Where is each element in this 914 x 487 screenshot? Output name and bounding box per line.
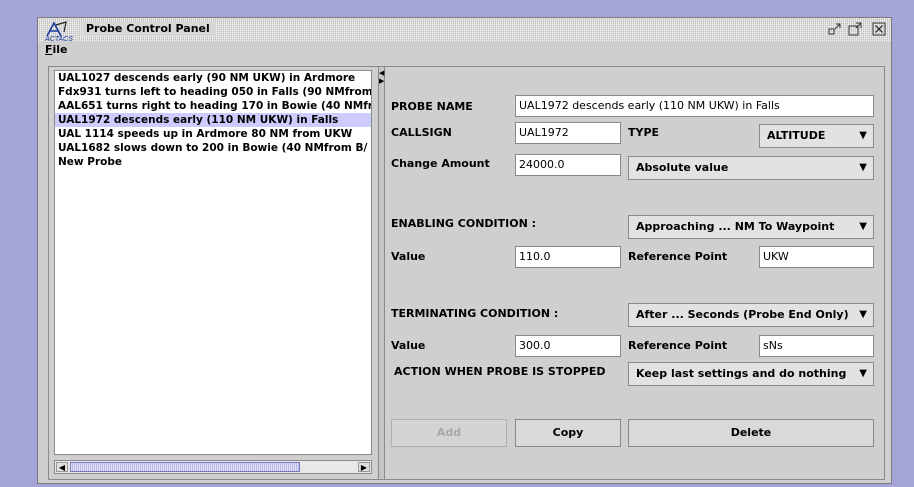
probe-name-label: PROBE NAME: [391, 100, 473, 113]
callsign-label: CALLSIGN: [391, 126, 452, 139]
chevron-down-icon: ▼: [859, 309, 867, 320]
probe-details-panel: PROBE NAME UAL1972 descends early (110 N…: [386, 67, 884, 479]
chevron-down-icon: ▼: [859, 221, 867, 232]
horizontal-scrollbar[interactable]: ◀ ▶: [54, 460, 372, 474]
minimize-icon[interactable]: [828, 22, 842, 36]
enabling-reference-point-field[interactable]: UKW: [759, 246, 874, 268]
actacs-logo-icon: ACTACS: [44, 20, 74, 43]
terminating-condition-label: TERMINATING CONDITION :: [391, 307, 559, 320]
list-item[interactable]: UAL1027 descends early (90 NM UKW) in Ar…: [55, 71, 371, 85]
probe-name-field[interactable]: UAL1972 descends early (110 NM UKW) in F…: [515, 95, 874, 117]
change-mode-value: Absolute value: [636, 161, 729, 174]
chevron-down-icon: ▼: [859, 130, 867, 141]
scroll-left-arrow-icon[interactable]: ◀: [56, 462, 68, 472]
enabling-reference-point-label: Reference Point: [628, 250, 728, 263]
file-menu-rest: ile: [52, 43, 68, 56]
probe-list-panel: UAL1027 descends early (90 NM UKW) in Ar…: [49, 67, 379, 479]
list-item[interactable]: UAL 1114 speeds up in Ardmore 80 NM from…: [55, 127, 371, 141]
scroll-right-arrow-icon[interactable]: ▶: [358, 462, 370, 472]
change-amount-label: Change Amount: [391, 157, 490, 170]
probe-list[interactable]: UAL1027 descends early (90 NM UKW) in Ar…: [54, 70, 372, 455]
collapse-left-arrow-icon[interactable]: ◀: [379, 70, 384, 77]
type-label: TYPE: [628, 126, 660, 139]
window-title: Probe Control Panel: [83, 22, 216, 36]
enabling-value-label: Value: [391, 250, 426, 263]
list-item[interactable]: UAL1972 descends early (110 NM UKW) in F…: [55, 113, 371, 127]
type-dropdown-value: ALTITUDE: [767, 129, 826, 142]
content-area: UAL1027 descends early (90 NM UKW) in Ar…: [48, 66, 885, 480]
close-icon[interactable]: [872, 22, 886, 36]
split-pane-divider[interactable]: ◀ ▶: [379, 67, 385, 479]
enabling-condition-label: ENABLING CONDITION :: [391, 217, 537, 230]
terminating-reference-point-label: Reference Point: [628, 339, 728, 352]
copy-button[interactable]: Copy: [515, 419, 621, 447]
file-menu-mnemonic: F: [45, 43, 53, 56]
probe-control-panel-window: ACTACS Probe Control Panel File UAL1027 …: [37, 17, 892, 484]
scroll-thumb[interactable]: [70, 462, 300, 472]
list-item[interactable]: UAL1682 slows down to 200 in Bowie (40 N…: [55, 141, 371, 155]
list-item[interactable]: New Probe: [55, 155, 371, 169]
action-when-stopped-label: ACTION WHEN PROBE IS STOPPED: [394, 365, 606, 378]
menu-bar: File: [38, 42, 891, 58]
terminating-value-field[interactable]: 300.0: [515, 335, 621, 357]
terminating-value-label: Value: [391, 339, 426, 352]
terminating-condition-dropdown[interactable]: After ... Seconds (Probe End Only) ▼: [628, 303, 874, 327]
list-item[interactable]: AAL651 turns right to heading 170 in Bow…: [55, 99, 371, 113]
chevron-down-icon: ▼: [859, 162, 867, 173]
action-when-stopped-value: Keep last settings and do nothing: [636, 367, 847, 380]
title-bar[interactable]: ACTACS Probe Control Panel: [38, 18, 891, 43]
maximize-icon[interactable]: [848, 22, 862, 36]
enabling-value-field[interactable]: 110.0: [515, 246, 621, 268]
collapse-right-arrow-icon[interactable]: ▶: [379, 78, 384, 85]
terminating-reference-point-field[interactable]: sNs: [759, 335, 874, 357]
terminating-condition-value: After ... Seconds (Probe End Only): [636, 308, 849, 321]
enabling-condition-value: Approaching ... NM To Waypoint: [636, 220, 835, 233]
action-when-stopped-dropdown[interactable]: Keep last settings and do nothing ▼: [628, 362, 874, 386]
change-mode-dropdown[interactable]: Absolute value ▼: [628, 156, 874, 180]
add-button[interactable]: Add: [391, 419, 507, 447]
chevron-down-icon: ▼: [859, 368, 867, 379]
delete-button[interactable]: Delete: [628, 419, 874, 447]
change-amount-field[interactable]: 24000.0: [515, 154, 621, 176]
callsign-field[interactable]: UAL1972: [515, 122, 621, 144]
list-item[interactable]: Fdx931 turns left to heading 050 in Fall…: [55, 85, 371, 99]
enabling-condition-dropdown[interactable]: Approaching ... NM To Waypoint ▼: [628, 215, 874, 239]
file-menu[interactable]: File: [45, 43, 68, 56]
type-dropdown[interactable]: ALTITUDE ▼: [759, 124, 874, 148]
